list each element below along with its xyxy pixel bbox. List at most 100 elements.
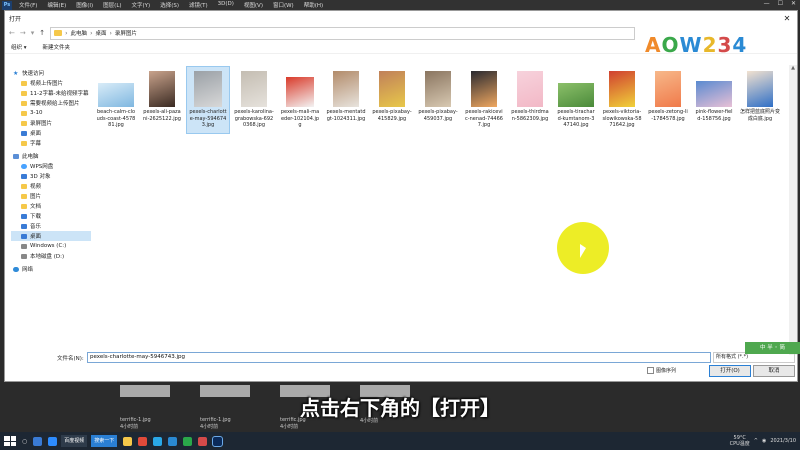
menu-item[interactable]: 3D(D): [213, 1, 239, 9]
file-name: pexels-rakicevic-nenad-744667.jpg: [465, 109, 503, 128]
menu-item[interactable]: 窗口(W): [268, 1, 299, 9]
minimize-icon[interactable]: —: [764, 0, 770, 7]
file-scrollbar[interactable]: ▲: [789, 65, 797, 355]
file-item[interactable]: pink-flower-field-158756.jpg: [693, 67, 735, 133]
file-name: pexels-tirachard-kumtanom-347140.jpg: [557, 109, 595, 128]
breadcrumb-item[interactable]: 此电脑: [71, 29, 88, 37]
address-bar[interactable]: › 此电脑 › 桌面 › 录屏图片: [50, 26, 636, 40]
network-tray-icon[interactable]: ◉: [762, 438, 766, 444]
app-icon[interactable]: [198, 436, 208, 446]
file-item[interactable]: pexels-ali-pazani-2625122.jpg: [141, 67, 183, 133]
nav-item[interactable]: 桌面: [11, 231, 91, 241]
nav-item[interactable]: Windows (C:): [11, 241, 91, 251]
image-sequence-checkbox[interactable]: [647, 367, 654, 374]
menu-item[interactable]: 滤镜(T): [184, 1, 213, 9]
nav-item[interactable]: 视频上传图片: [11, 78, 91, 88]
image-thumbnail: [286, 77, 314, 107]
nav-item[interactable]: 需要视频给上传图片: [11, 98, 91, 108]
file-item[interactable]: pexels-rakicevic-nenad-744667.jpg: [463, 67, 505, 133]
file-item[interactable]: pexels-karolina-grabowska-6920368.jpg: [233, 67, 275, 133]
new-folder-button[interactable]: 新建文件夹: [43, 43, 71, 51]
taskbar-app-baidu[interactable]: 百度视频: [61, 435, 88, 447]
wechat-icon[interactable]: [183, 436, 193, 446]
app-icon[interactable]: [138, 436, 148, 446]
nav-item[interactable]: 音乐: [11, 221, 91, 231]
nav-item[interactable]: 3D 对象: [11, 171, 91, 181]
close-icon[interactable]: ✕: [791, 0, 796, 7]
dialog-close-icon[interactable]: ✕: [777, 14, 797, 23]
nav-item[interactable]: 下载: [11, 211, 91, 221]
system-tray: 59°C CPU温度 ^ ◉ 2021/3/10: [730, 432, 796, 450]
nav-network[interactable]: 网络: [11, 264, 91, 274]
image-thumbnail: [471, 71, 497, 107]
drive-icon: [21, 253, 27, 259]
filename-label: 文件名(N):: [57, 356, 84, 362]
file-item[interactable]: pexels-zetong-li-1784578.jpg: [647, 67, 689, 133]
ime-indicator[interactable]: 中 半 ◦ 简: [745, 342, 800, 354]
maximize-icon[interactable]: ☐: [778, 0, 783, 7]
filename-input[interactable]: pexels-charlotte-may-5946743.jpg: [87, 352, 711, 363]
file-name: pexels-mentatdgt-1024311.jpg: [326, 109, 366, 122]
up-arrow-icon[interactable]: ↑: [39, 29, 45, 37]
file-explorer-icon[interactable]: [123, 436, 133, 446]
tray-chevron-icon[interactable]: ^: [754, 438, 758, 444]
file-item[interactable]: pexels-tirachard-kumtanom-347140.jpg: [555, 67, 597, 133]
search-icon[interactable]: ○: [22, 438, 27, 445]
edge-browser-icon[interactable]: [48, 436, 58, 446]
menu-item[interactable]: 文件(F): [14, 1, 42, 9]
nav-item[interactable]: 11-2字幕-未给视频字幕: [11, 88, 91, 98]
image-sequence-option[interactable]: 图像序列: [647, 367, 676, 374]
clock[interactable]: 2021/3/10: [770, 438, 796, 444]
file-item[interactable]: pexels-viktoria-slowikowska-5871642.jpg: [601, 67, 643, 133]
forward-arrow-icon[interactable]: →: [20, 29, 26, 37]
nav-quick-access[interactable]: ★ 快速访问: [11, 68, 91, 78]
window-controls: — ☐ ✕: [764, 0, 796, 7]
drive-icon: [21, 243, 27, 249]
breadcrumb-item[interactable]: 桌面: [95, 29, 106, 37]
back-arrow-icon[interactable]: ←: [9, 29, 15, 37]
breadcrumb-item[interactable]: 录屏图片: [115, 29, 137, 37]
nav-item[interactable]: 桌面: [11, 128, 91, 138]
taskbar-app-search[interactable]: 搜索一下: [91, 435, 118, 447]
nav-item[interactable]: 本地磁盘 (D:): [11, 251, 91, 261]
menu-item[interactable]: 图层(L): [98, 1, 126, 9]
menu-item[interactable]: 选择(S): [155, 1, 184, 9]
windows-start-icon[interactable]: [4, 436, 16, 446]
nav-this-pc[interactable]: 此电脑: [11, 151, 91, 161]
nav-item[interactable]: 字幕: [11, 138, 91, 148]
file-item[interactable]: beach-calm-clouds-coast-457881.jpg: [95, 67, 137, 133]
folder-icon: [21, 90, 27, 96]
file-item[interactable]: pexels-thirdman-5862309.jpg: [509, 67, 551, 133]
file-item[interactable]: pexels-pixabay-459037.jpg: [417, 67, 459, 133]
file-item[interactable]: pexels-mali-maeder-102104.jpg: [279, 67, 321, 133]
nav-item[interactable]: WPS网盘: [11, 161, 91, 171]
file-item[interactable]: pexels-pixabay-415829.jpg: [371, 67, 413, 133]
recent-chevron-icon[interactable]: ▾: [31, 29, 35, 37]
taskview-icon[interactable]: [33, 436, 43, 446]
menu-item[interactable]: 帮助(H): [299, 1, 328, 9]
nav-item[interactable]: 文档: [11, 201, 91, 211]
menu-item[interactable]: 编辑(E): [42, 1, 71, 9]
menu-item[interactable]: 文字(Y): [127, 1, 156, 9]
cancel-button[interactable]: 取消: [753, 365, 795, 377]
cloud-drive-icon: [21, 163, 27, 169]
file-item[interactable]: pexels-mentatdgt-1024311.jpg: [325, 67, 367, 133]
navigation-pane: ★ 快速访问 视频上传图片 11-2字幕-未给视频字幕 需要视频给上传图片 3-10 录…: [11, 65, 91, 350]
file-item[interactable]: pexels-charlotte-may-5946743.jpg: [186, 66, 230, 134]
file-item[interactable]: 怎样把蓝底照片变成白底.jpg: [739, 67, 781, 133]
menu-item[interactable]: 视图(V): [239, 1, 268, 9]
image-thumbnail: [747, 71, 773, 107]
nav-item[interactable]: 图片: [11, 191, 91, 201]
menu-item[interactable]: 图像(I): [71, 1, 98, 9]
nav-item[interactable]: 3-10: [11, 108, 91, 118]
open-button[interactable]: 打开(O): [709, 365, 751, 377]
app-icon[interactable]: [153, 436, 163, 446]
nav-item[interactable]: 录屏图片: [11, 118, 91, 128]
open-dialog: 打开 ✕ ← → ▾ ↑ › 此电脑 › 桌面 › 录屏图片 组织 ▾ 新建文件…: [4, 10, 798, 382]
organize-button[interactable]: 组织 ▾: [11, 43, 27, 51]
word-icon[interactable]: [168, 436, 178, 446]
photoshop-taskbar-icon[interactable]: [212, 435, 224, 447]
folder-icon: [21, 80, 27, 86]
scroll-up-icon[interactable]: ▲: [789, 65, 797, 73]
nav-item[interactable]: 视频: [11, 181, 91, 191]
